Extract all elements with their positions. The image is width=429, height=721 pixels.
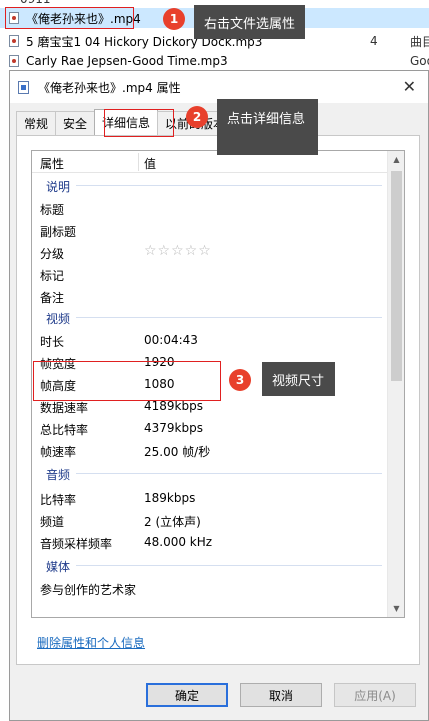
property-name: 音频采样频率: [40, 537, 113, 551]
property-row[interactable]: 比特率 189kbps: [32, 487, 388, 509]
group-label: 视频: [46, 312, 71, 326]
property-name: 帧速率: [40, 445, 77, 459]
property-name: 分级: [40, 247, 65, 261]
property-row[interactable]: 帧速率 25.00 帧/秒: [32, 439, 388, 461]
group-audio[interactable]: 音频: [32, 463, 388, 483]
step-badge-1: 1: [163, 8, 185, 30]
group-video[interactable]: 视频: [32, 307, 388, 327]
property-value: 4379kbps: [144, 421, 203, 435]
property-row[interactable]: 备注: [32, 285, 388, 307]
property-value: 189kbps: [144, 491, 196, 505]
tab-security[interactable]: 安全: [55, 111, 96, 135]
group-description[interactable]: 说明: [32, 175, 388, 195]
group-label: 媒体: [46, 560, 71, 574]
audio-file-icon: [9, 55, 19, 67]
vertical-scrollbar[interactable]: ▲ ▼: [387, 151, 404, 617]
property-name: 备注: [40, 291, 65, 305]
property-row[interactable]: 总比特率 4379kbps: [32, 417, 388, 439]
column-header-value[interactable]: 值: [144, 155, 156, 172]
file-name: 《俺老孙来也》.mp4: [26, 11, 141, 26]
group-divider: [76, 473, 382, 474]
ok-button[interactable]: 确定: [146, 683, 228, 707]
column-divider[interactable]: [138, 153, 139, 171]
tab-details[interactable]: 详细信息: [94, 109, 159, 135]
property-value: 1920: [144, 355, 175, 369]
property-row[interactable]: 分级 ☆☆☆☆☆: [32, 241, 388, 263]
property-row[interactable]: 时长 00:04:43: [32, 329, 388, 351]
step-badge-3: 3: [229, 369, 251, 391]
property-row[interactable]: 副标题: [32, 219, 388, 241]
file-row[interactable]: Carly Rae Jepsen-Good Time.mp3 Goo: [0, 51, 429, 71]
file-name: Carly Rae Jepsen-Good Time.mp3: [26, 54, 228, 68]
file-track-number: 4: [370, 34, 378, 48]
group-divider: [76, 185, 382, 186]
rating-stars[interactable]: ☆☆☆☆☆: [144, 243, 212, 259]
property-name: 频道: [40, 515, 65, 529]
group-label: 音频: [46, 468, 71, 482]
remove-properties-link[interactable]: 删除属性和个人信息: [37, 634, 145, 651]
property-row[interactable]: 参与创作的艺术家: [32, 577, 388, 599]
property-name: 数据速率: [40, 401, 89, 415]
property-name: 比特率: [40, 493, 77, 507]
video-file-icon: [18, 81, 29, 94]
property-row[interactable]: 频道 2 (立体声): [32, 509, 388, 531]
property-name: 参与创作的艺术家: [40, 583, 137, 597]
property-value: 48.000 kHz: [144, 535, 213, 549]
callout-right-click: 右击文件选属性: [194, 5, 306, 39]
apply-button[interactable]: 应用(A): [334, 683, 416, 707]
callout-details: 点击详细信息: [217, 99, 318, 155]
scroll-thumb[interactable]: [391, 171, 402, 381]
scroll-down-arrow-icon[interactable]: ▼: [388, 600, 404, 617]
property-row[interactable]: 数据速率 4189kbps: [32, 395, 388, 417]
property-name: 帧宽度: [40, 357, 77, 371]
scroll-up-arrow-icon[interactable]: ▲: [388, 151, 404, 168]
property-name: 时长: [40, 335, 65, 349]
group-divider: [76, 565, 382, 566]
step-badge-2: 2: [186, 106, 208, 128]
property-value: 2 (立体声): [144, 515, 201, 529]
property-name: 标题: [40, 203, 65, 217]
tab-general[interactable]: 常规: [16, 111, 57, 135]
property-row[interactable]: 音频采样频率 48.000 kHz: [32, 531, 388, 553]
file-album: Goo: [410, 54, 429, 68]
property-name: 总比特率: [40, 423, 89, 437]
group-label: 说明: [46, 180, 71, 194]
group-divider: [76, 317, 382, 318]
property-row[interactable]: 标题: [32, 197, 388, 219]
property-value: 4189kbps: [144, 399, 203, 413]
list-header: 属性 值: [32, 151, 388, 173]
property-row[interactable]: 标记: [32, 263, 388, 285]
callout-video-size: 视频尺寸: [262, 362, 335, 396]
close-icon[interactable]: ✕: [403, 77, 416, 96]
property-name: 帧高度: [40, 379, 77, 393]
property-name: 标记: [40, 269, 65, 283]
group-media[interactable]: 媒体: [32, 555, 388, 575]
property-value: 1080: [144, 377, 175, 391]
dialog-title: 《俺老孙来也》.mp4 属性: [38, 81, 181, 95]
property-name: 副标题: [40, 225, 77, 239]
column-header-property[interactable]: 属性: [40, 155, 64, 172]
audio-file-icon: [9, 35, 19, 47]
property-value: 00:04:43: [144, 333, 198, 347]
properties-dialog: 《俺老孙来也》.mp4 属性 ✕ 常规 安全 详细信息 以前的版本 属性 值 说…: [9, 70, 429, 721]
folder-partial: 0911: [20, 0, 51, 6]
details-panel: 属性 值 说明 标题 副标题 分级 ☆☆☆☆☆ 标记 备注 视频 时长 00:0…: [16, 135, 420, 665]
property-list[interactable]: 属性 值 说明 标题 副标题 分级 ☆☆☆☆☆ 标记 备注 视频 时长 00:0…: [31, 150, 405, 618]
cancel-button[interactable]: 取消: [240, 683, 322, 707]
property-value: 25.00 帧/秒: [144, 445, 211, 459]
file-album: 曲目: [410, 34, 429, 49]
video-file-icon: [9, 12, 19, 24]
